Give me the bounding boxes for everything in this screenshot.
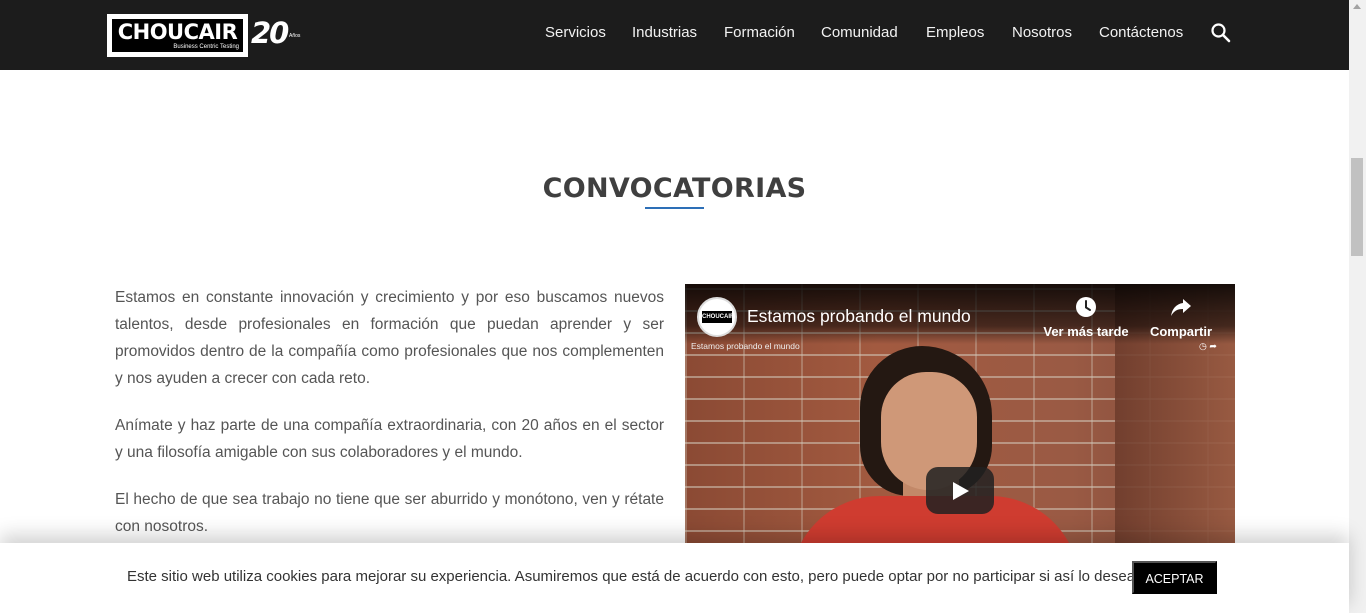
video-inner-title: Estamos probando el mundo — [691, 341, 800, 351]
nav-item-comunidad[interactable]: Comunidad — [821, 24, 898, 42]
main-nav: Servicios Industrias Formación Comunidad… — [0, 0, 1349, 70]
site-header: CHOUCAIR Business Centric Testing 20 Año… — [0, 0, 1349, 70]
section-title: CONVOCATORIAS — [542, 173, 807, 204]
share-button[interactable]: Compartir — [1136, 296, 1226, 339]
nav-item-industrias[interactable]: Industrias — [632, 24, 697, 42]
scrollbar-thumb[interactable] — [1351, 158, 1363, 256]
intro-paragraph-1: Estamos en constante innovación y crecim… — [115, 289, 664, 387]
video-inner-icons: ◷ ➦ — [1199, 341, 1217, 351]
intro-paragraph-3: El hecho de que sea trabajo no tiene que… — [115, 491, 664, 535]
accept-cookies-button[interactable]: ACEPTAR — [1132, 561, 1217, 594]
intro-paragraph-2: Anímate y haz parte de una compañía extr… — [115, 417, 664, 461]
cookie-consent-bar: Este sitio web utiliza cookies para mejo… — [0, 543, 1349, 613]
play-button[interactable] — [926, 467, 994, 514]
share-icon — [1171, 299, 1191, 316]
watch-later-button[interactable]: Ver más tarde — [1041, 296, 1131, 339]
clock-icon — [1076, 297, 1096, 317]
cookie-message: Este sitio web utiliza cookies para mejo… — [127, 568, 1140, 585]
title-underline — [645, 207, 704, 209]
share-label: Compartir — [1149, 324, 1213, 339]
watch-later-label: Ver más tarde — [1043, 324, 1129, 339]
youtube-video-embed[interactable]: CHOUCAIR Estamos probando el mundo Ver m… — [685, 284, 1235, 554]
nav-item-nosotros[interactable]: Nosotros — [1012, 24, 1072, 42]
nav-item-empleos[interactable]: Empleos — [926, 24, 984, 42]
channel-avatar[interactable]: CHOUCAIR — [697, 297, 737, 337]
nav-item-servicios[interactable]: Servicios — [545, 24, 606, 42]
page-scrollbar[interactable] — [1349, 0, 1366, 613]
nav-item-formacion[interactable]: Formación — [724, 24, 795, 42]
mini-share-icon: ➦ — [1209, 341, 1217, 351]
search-icon[interactable] — [1210, 22, 1232, 44]
play-icon — [953, 482, 969, 500]
channel-avatar-logo: CHOUCAIR — [702, 311, 734, 323]
scroll-up-arrow-icon[interactable] — [1353, 4, 1361, 9]
nav-item-contactenos[interactable]: Contáctenos — [1099, 24, 1183, 42]
mini-clock-icon: ◷ — [1199, 341, 1207, 351]
video-title[interactable]: Estamos probando el mundo — [747, 305, 971, 327]
